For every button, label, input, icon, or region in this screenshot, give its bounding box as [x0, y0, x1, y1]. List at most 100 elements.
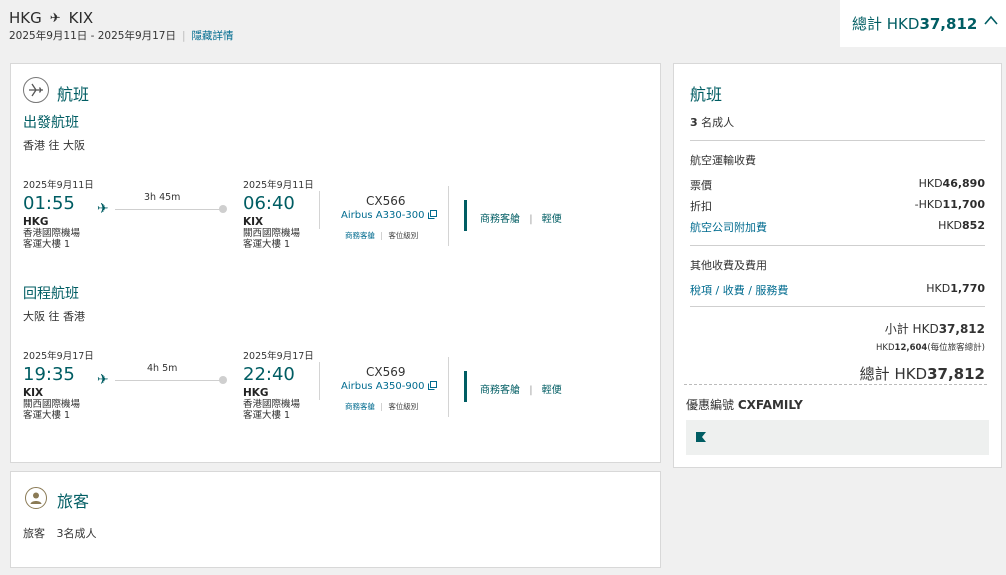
return-dep-code: KIX — [23, 387, 44, 399]
passengers-title: 旅客 — [57, 492, 90, 511]
divider — [319, 191, 320, 229]
subtotal-label: 小計 HKD — [884, 322, 939, 336]
outbound-flight-number: CX566 — [366, 194, 406, 208]
outbound-arr-code: KIX — [243, 216, 264, 228]
fare-amount: 46,890 — [942, 177, 985, 190]
return-arr-terminal: 客運大樓 1 — [243, 410, 291, 421]
origin-code: HKG — [9, 9, 42, 27]
plane-icon: ✈ — [97, 201, 109, 217]
outbound-dep-time: 01:55 — [23, 193, 75, 214]
outbound-dep-terminal: 客運大樓 1 — [23, 239, 71, 250]
subtotal-amount: 37,812 — [938, 322, 985, 336]
passengers-value: 3名成人 — [56, 527, 97, 540]
outbound-arr-airport: 關西國際機場 — [243, 228, 301, 239]
divider: | — [380, 231, 383, 240]
outbound-cabin-info: 商務客艙 | 客位級別 — [345, 230, 418, 241]
outbound-route: 香港 往 大阪 — [23, 139, 85, 152]
plane-circle-icon — [23, 77, 49, 103]
surcharge-amount: 852 — [962, 219, 985, 232]
return-dep-terminal: 客運大樓 1 — [23, 410, 71, 421]
duration-line — [115, 209, 223, 210]
date-range: 2025年9月11日 - 2025年9月17日 — [9, 30, 176, 42]
outbound-duration: 3h 45m — [144, 192, 181, 203]
discount-row: 折扣 -HKD11,700 — [690, 198, 985, 214]
return-dep-date: 2025年9月17日 — [23, 351, 94, 362]
return-cabin-fare: 商務客艙 | 輕便 — [480, 381, 562, 396]
header-total-amount: 37,812 — [919, 15, 978, 33]
return-duration: 4h 5m — [147, 363, 178, 374]
return-cabin-info: 商務客艙 | 客位級別 — [345, 401, 418, 412]
return-arr-date: 2025年9月17日 — [243, 351, 314, 362]
surcharge-row: 航空公司附加費 HKD852 — [690, 219, 985, 235]
summary-title: 航班 — [690, 85, 723, 104]
fare-currency: HKD — [918, 177, 943, 190]
trip-header: HKG ✈ KIX 2025年9月11日 - 2025年9月17日 | 隱藏詳情 — [0, 0, 840, 47]
passengers-label: 旅客 — [23, 527, 45, 540]
grand-total-label: 總計 HKD — [859, 365, 928, 383]
copy-icon[interactable] — [427, 381, 437, 390]
copy-icon[interactable] — [427, 210, 437, 219]
return-aircraft-name[interactable]: Airbus A350-900 — [341, 381, 424, 392]
pax-label: 名成人 — [701, 116, 735, 129]
air-transport-heading: 航空運輸收費 — [690, 154, 756, 167]
outbound-arr-terminal: 客運大樓 1 — [243, 239, 291, 250]
arrival-dot — [219, 376, 227, 384]
promo-label: 優惠編號 — [686, 398, 738, 412]
fare-row: 票價 HKD46,890 — [690, 177, 985, 193]
divider: | — [529, 214, 533, 225]
divider — [690, 140, 985, 141]
duration-line — [115, 380, 223, 381]
divider — [690, 306, 985, 307]
outbound-dep-code: HKG — [23, 216, 49, 228]
outbound-arr-time: 06:40 — [243, 193, 295, 214]
surcharge-currency: HKD — [938, 219, 963, 232]
return-arr-code: HKG — [243, 387, 269, 399]
trip-dates: 2025年9月11日 - 2025年9月17日 | 隱藏詳情 — [9, 28, 234, 43]
promo-code: CXFAMILY — [737, 398, 803, 412]
return-arr-airport: 香港國際機場 — [243, 399, 301, 410]
outbound-aircraft-name[interactable]: Airbus A330-300 — [341, 210, 424, 221]
return-route: 大阪 往 香港 — [23, 310, 85, 323]
divider — [319, 362, 320, 400]
arrival-dot — [219, 205, 227, 213]
destination-code: KIX — [68, 9, 94, 27]
discount-currency: -HKD — [914, 198, 943, 211]
chevron-up-icon[interactable] — [984, 14, 998, 28]
return-aircraft[interactable]: Airbus A350-900 — [341, 381, 437, 392]
divider — [690, 245, 985, 246]
divider: | — [380, 402, 383, 411]
discount-label: 折扣 — [690, 200, 712, 213]
subtotal: 小計 HKD37,812 — [885, 320, 985, 337]
outbound-arr-date: 2025年9月11日 — [243, 180, 314, 191]
cabin-bar — [464, 371, 467, 402]
cabin-small[interactable]: 商務客艙 — [345, 231, 375, 240]
outbound-heading: 出發航班 — [23, 115, 79, 131]
cabin-bar — [464, 200, 467, 231]
return-dep-airport: 關西國際機場 — [23, 399, 81, 410]
grand-total-amount: 37,812 — [927, 365, 985, 383]
route-title: HKG ✈ KIX — [9, 9, 93, 27]
divider: | — [182, 29, 186, 42]
cabin-small[interactable]: 商務客艙 — [345, 402, 375, 411]
taxes-link[interactable]: 稅項 / 收費 / 服務費 — [690, 282, 788, 298]
hide-details-link[interactable]: 隱藏詳情 — [192, 28, 234, 43]
taxes-currency: HKD — [926, 282, 951, 295]
fare-label: 票價 — [690, 179, 712, 192]
surcharge-link[interactable]: 航空公司附加費 — [690, 219, 767, 235]
divider — [684, 384, 987, 385]
taxes-row: 稅項 / 收費 / 服務費 HKD1,770 — [690, 282, 985, 298]
outbound-aircraft[interactable]: Airbus A330-300 — [341, 210, 437, 221]
per-passenger: HKD12,604(每位旅客總計) — [876, 341, 985, 353]
pax-count: 3 — [690, 116, 698, 129]
class-small: 客位級別 — [388, 231, 419, 240]
return-fare: 輕便 — [541, 385, 562, 396]
price-summary-card: 航班 3 名成人 航空運輸收費 票價 HKD46,890 折扣 -HKD11,7… — [673, 63, 1002, 468]
promo-code-row: 優惠編號 CXFAMILY — [686, 396, 803, 413]
return-arr-time: 22:40 — [243, 364, 295, 385]
per-pax-currency: HKD — [876, 343, 895, 353]
total-toggle[interactable]: 總計 HKD37,812 — [840, 0, 1006, 47]
divider: | — [529, 385, 533, 396]
promo-code-box — [686, 420, 989, 455]
return-heading: 回程航班 — [23, 286, 79, 302]
class-small: 客位級別 — [388, 402, 419, 411]
